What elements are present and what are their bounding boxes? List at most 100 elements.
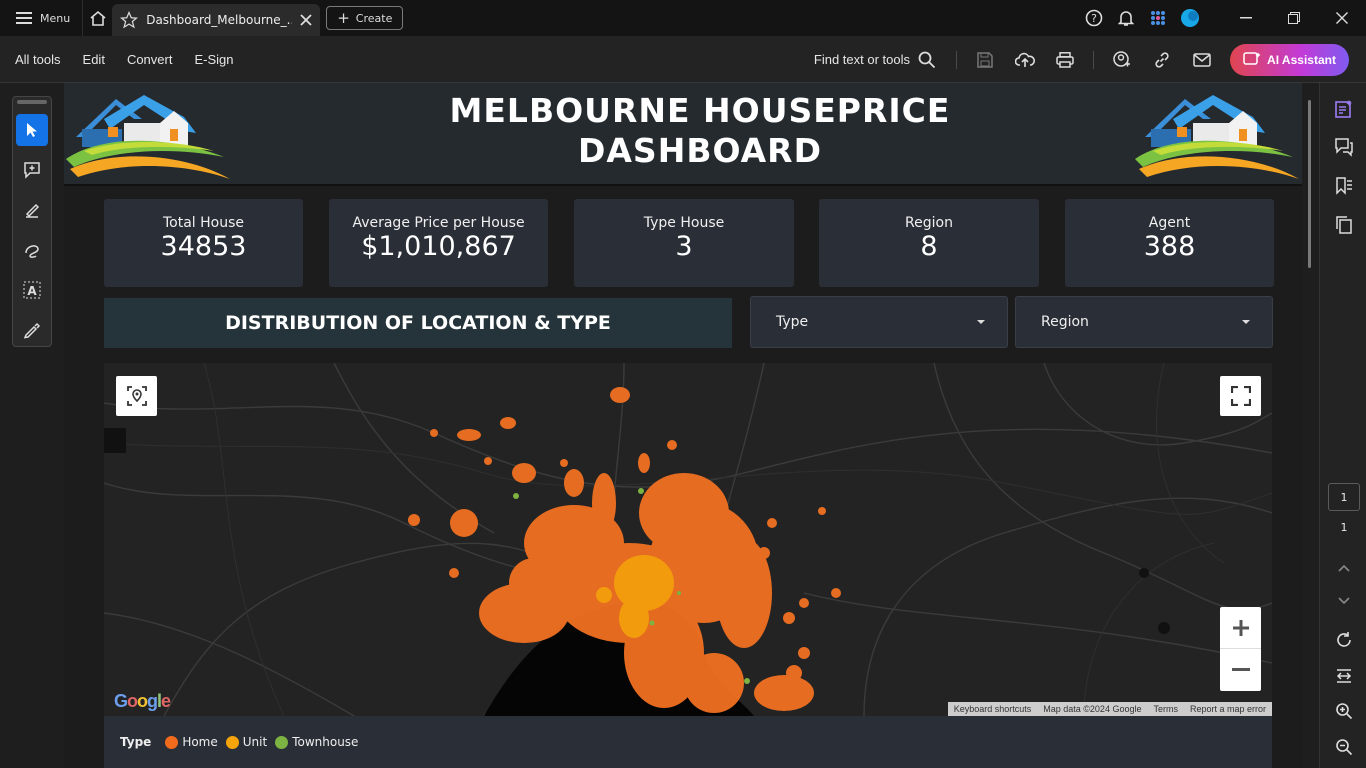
terms-link[interactable]: Terms: [1147, 704, 1184, 714]
print-button[interactable]: [1045, 36, 1085, 83]
menu-edit[interactable]: Edit: [72, 52, 116, 67]
home-button[interactable]: [82, 0, 112, 36]
menu-convert[interactable]: Convert: [116, 52, 184, 67]
zoom-out-page-button[interactable]: [1332, 735, 1356, 759]
add-user-icon: [1113, 50, 1130, 67]
title-line-1: MELBOURNE HOUSEPRICE: [449, 91, 951, 130]
create-label: Create: [355, 11, 393, 25]
upload-button[interactable]: [1005, 36, 1045, 83]
prev-page-button[interactable]: [1332, 556, 1356, 580]
comments-button[interactable]: [1332, 135, 1356, 159]
link-button[interactable]: [1142, 36, 1182, 83]
edit-pdf-button[interactable]: [1332, 97, 1356, 121]
document-scrollbar[interactable]: [1308, 100, 1311, 268]
close-tab-icon[interactable]: [300, 14, 312, 26]
zoom-in-button[interactable]: [1220, 607, 1261, 649]
location-map[interactable]: Google Keyboard shortcuts Map data ©2024…: [104, 363, 1272, 716]
create-button[interactable]: + Create: [326, 6, 404, 30]
keyboard-shortcuts-link[interactable]: Keyboard shortcuts: [948, 704, 1038, 714]
bell-icon: [1118, 11, 1134, 26]
type-filter-dropdown[interactable]: Type: [750, 296, 1008, 348]
account-button[interactable]: [1174, 0, 1206, 36]
highlight-tool-button[interactable]: [16, 194, 48, 226]
report-error-link[interactable]: Report a map error: [1184, 704, 1272, 714]
legend-item-townhouse[interactable]: Townhouse: [275, 735, 358, 749]
kpi-value: 8: [920, 231, 938, 262]
legend-label: Townhouse: [292, 735, 359, 749]
pen-sign-icon: [23, 322, 41, 339]
fullscreen-button[interactable]: [1220, 376, 1261, 416]
restore-button[interactable]: [1270, 0, 1318, 36]
cloud-upload-icon: [1015, 52, 1035, 67]
house-logo-left: [66, 95, 230, 179]
freehand-draw-icon: [25, 245, 39, 258]
add-comment-button[interactable]: [16, 154, 48, 186]
select-tool-button[interactable]: [16, 114, 48, 146]
rotate-button[interactable]: [1332, 628, 1356, 652]
apps-button[interactable]: [1142, 0, 1174, 36]
star-icon[interactable]: [120, 11, 139, 29]
legend-label: Home: [182, 735, 218, 749]
type-filter-label: Type: [776, 314, 809, 330]
my-location-button[interactable]: [116, 376, 157, 416]
save-button[interactable]: [965, 36, 1005, 83]
rotate-icon: [1337, 632, 1351, 647]
text-box-button[interactable]: A: [16, 274, 48, 306]
tab-title: Dashboard_Melbourne_...: [146, 13, 293, 27]
help-button[interactable]: ?: [1078, 0, 1110, 36]
notifications-button[interactable]: [1110, 0, 1142, 36]
minimize-button[interactable]: [1222, 0, 1270, 36]
plus-icon: +: [337, 9, 350, 27]
close-icon: [1336, 12, 1348, 24]
cursor-icon: [27, 123, 37, 137]
kpi-average-price: Average Price per House $1,010,867: [329, 199, 548, 287]
email-button[interactable]: [1182, 36, 1222, 83]
kpi-value: 3: [675, 231, 693, 262]
map-canvas[interactable]: [104, 363, 1272, 716]
bookmark-icon: [1336, 177, 1352, 195]
bookmarks-button[interactable]: [1332, 174, 1356, 198]
rail-handle[interactable]: [17, 100, 47, 104]
search-icon: [918, 51, 936, 68]
region-filter-label: Region: [1041, 314, 1089, 330]
comment-add-icon: [24, 162, 40, 179]
kpi-total-house: Total House 34853: [104, 199, 303, 287]
dashboard-header: MELBOURNE HOUSEPRICE DASHBOARD: [64, 83, 1302, 186]
find-button[interactable]: Find text or tools: [814, 51, 948, 69]
close-window-button[interactable]: [1318, 0, 1366, 36]
mail-icon: [1193, 52, 1211, 67]
pages-button[interactable]: [1332, 213, 1356, 237]
help-icon: ?: [1085, 9, 1103, 27]
next-page-button[interactable]: [1332, 589, 1356, 613]
ai-assistant-button[interactable]: AI Assistant: [1230, 43, 1349, 76]
menu-all-tools[interactable]: All tools: [4, 52, 72, 67]
kpi-agent: Agent 388: [1065, 199, 1274, 287]
home-icon: [90, 10, 106, 26]
share-user-button[interactable]: [1102, 36, 1142, 83]
document-tab[interactable]: Dashboard_Melbourne_...: [112, 4, 321, 36]
main-toolbar: All tools Edit Convert E-Sign Find text …: [0, 36, 1366, 83]
draw-tool-button[interactable]: [16, 234, 48, 266]
fit-page-button[interactable]: [1332, 664, 1356, 688]
zoom-out-button[interactable]: [1220, 649, 1261, 691]
legend-item-home[interactable]: Home: [165, 735, 218, 749]
sign-tool-button[interactable]: [16, 314, 48, 346]
map-data-text: Map data ©2024 Google: [1043, 704, 1142, 714]
kpi-label: Type House: [643, 215, 725, 231]
zoom-in-page-button[interactable]: [1332, 699, 1356, 723]
menu-button[interactable]: Menu: [0, 0, 82, 36]
menu-esign[interactable]: E-Sign: [183, 52, 244, 67]
title-line-2: DASHBOARD: [578, 131, 822, 170]
legend-item-unit[interactable]: Unit: [225, 735, 267, 749]
apps-grid-icon: [1151, 11, 1165, 25]
page-number-input[interactable]: 1: [1328, 483, 1360, 511]
google-logo: Google: [114, 691, 171, 711]
fit-width-icon: [1336, 669, 1352, 683]
hamburger-icon: [16, 12, 32, 24]
chevron-up-icon: [1338, 564, 1350, 572]
zoom-in-icon: [1336, 703, 1353, 720]
legend-dot: [275, 735, 289, 749]
region-filter-dropdown[interactable]: Region: [1015, 296, 1273, 348]
legend-title: Type: [120, 735, 152, 749]
ai-sparkle-icon: [1243, 51, 1261, 65]
